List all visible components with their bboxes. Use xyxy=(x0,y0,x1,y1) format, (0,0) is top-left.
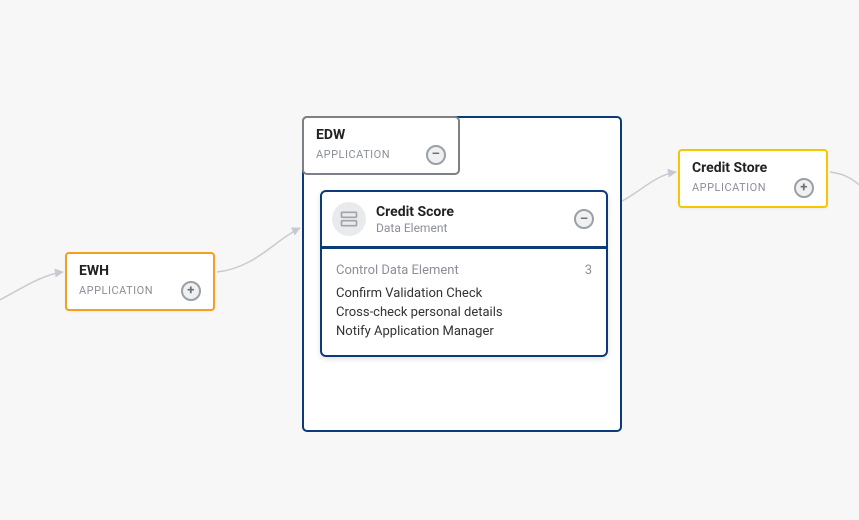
expand-button[interactable] xyxy=(181,281,201,301)
node-edw-tab[interactable]: EDW APPLICATION xyxy=(302,116,460,175)
data-element-icon xyxy=(332,202,366,236)
body-header-label: Control Data Element xyxy=(336,263,459,278)
body-header-count: 3 xyxy=(585,263,592,278)
card-title: Credit Score xyxy=(376,204,564,220)
collapse-button[interactable] xyxy=(426,145,446,165)
diagram-canvas[interactable]: EWH APPLICATION EDW APPLICATION xyxy=(0,0,859,520)
edge-edw-to-creditstore xyxy=(622,172,676,201)
card-subtitle: Data Element xyxy=(376,221,564,235)
node-ewh-title: EWH xyxy=(79,263,201,280)
edge-ewh-to-edw xyxy=(217,228,300,272)
node-credit-store-title: Credit Store xyxy=(692,160,814,177)
list-item: Cross-check personal details xyxy=(336,305,592,320)
node-edw-title: EDW xyxy=(316,127,446,144)
node-ewh[interactable]: EWH APPLICATION xyxy=(65,252,215,311)
node-ewh-subtitle: APPLICATION xyxy=(79,284,153,297)
node-edw-container[interactable]: EDW APPLICATION Credit Score D xyxy=(302,116,622,432)
card-body: Control Data Element 3 Confirm Validatio… xyxy=(322,249,606,355)
list-item: Confirm Validation Check xyxy=(336,286,592,301)
edge-out-of-creditstore xyxy=(830,172,859,192)
node-credit-store-subtitle: APPLICATION xyxy=(692,181,766,194)
card-header: Credit Score Data Element xyxy=(322,192,606,246)
collapse-button[interactable] xyxy=(574,209,594,229)
node-credit-store[interactable]: Credit Store APPLICATION xyxy=(678,149,828,208)
card-credit-score[interactable]: Credit Score Data Element Control Data E… xyxy=(320,190,608,357)
list-item: Notify Application Manager xyxy=(336,324,592,339)
edge-into-ewh xyxy=(0,272,63,305)
node-edw-subtitle: APPLICATION xyxy=(316,148,390,161)
expand-button[interactable] xyxy=(794,178,814,198)
